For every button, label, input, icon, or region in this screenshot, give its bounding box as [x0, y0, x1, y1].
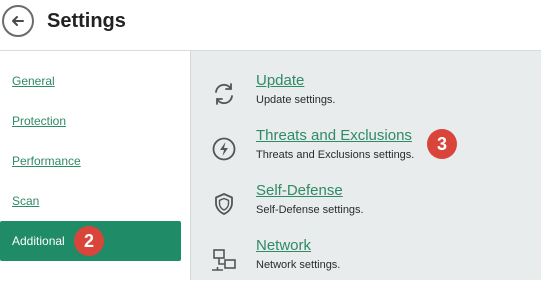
update-description: Update settings. — [256, 94, 336, 106]
network-row[interactable]: Network Network settings. — [191, 237, 541, 285]
shield-icon — [210, 190, 238, 218]
sidebar-item-label: Additional — [12, 234, 65, 248]
refresh-icon — [210, 80, 238, 108]
settings-panel: Update Update settings. Threats and Excl… — [190, 51, 541, 280]
sidebar-item-label: Performance — [12, 154, 81, 168]
network-description: Network settings. — [256, 259, 341, 271]
arrow-left-icon — [12, 16, 24, 26]
sidebar-item-general[interactable]: General — [0, 61, 181, 101]
self-defense-description: Self-Defense settings. — [256, 204, 364, 216]
step-badge: 3 — [427, 129, 457, 159]
sidebar-item-scan[interactable]: Scan — [0, 181, 181, 221]
lightning-bolt-icon — [210, 135, 238, 163]
step-badge: 2 — [74, 226, 104, 256]
sidebar-item-protection[interactable]: Protection — [0, 101, 181, 141]
network-icon — [210, 245, 238, 273]
page-title: Settings — [47, 10, 126, 32]
self-defense-row[interactable]: Self-Defense Self-Defense settings. — [191, 182, 541, 230]
settings-header: Settings — [0, 0, 541, 51]
sidebar-item-label: General — [12, 74, 55, 88]
sidebar-item-additional[interactable]: Additional 2 — [0, 221, 181, 261]
sidebar-item-performance[interactable]: Performance — [0, 141, 181, 181]
update-link[interactable]: Update — [256, 72, 304, 89]
sidebar: General Protection Performance Scan Addi… — [0, 51, 190, 280]
threats-exclusions-description: Threats and Exclusions settings. — [256, 149, 415, 161]
back-button[interactable] — [2, 5, 34, 37]
threats-exclusions-row[interactable]: Threats and Exclusions Threats and Exclu… — [191, 127, 541, 175]
sidebar-item-label: Scan — [12, 194, 40, 208]
sidebar-item-label: Protection — [12, 114, 67, 128]
self-defense-link[interactable]: Self-Defense — [256, 182, 343, 199]
threats-exclusions-link[interactable]: Threats and Exclusions — [256, 127, 412, 144]
network-link[interactable]: Network — [256, 237, 311, 254]
update-row[interactable]: Update Update settings. — [191, 72, 541, 120]
